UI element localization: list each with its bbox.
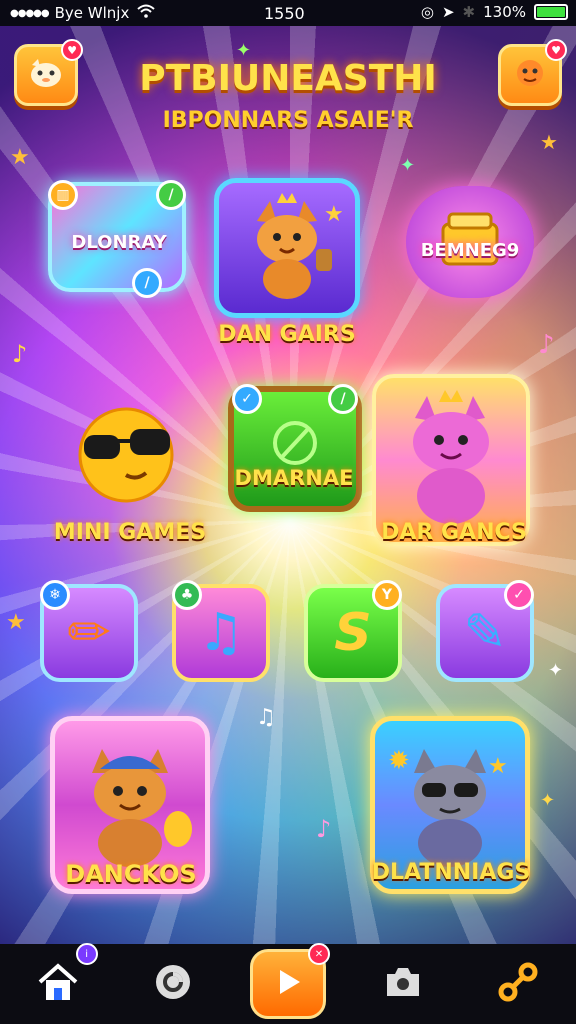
link-icon (496, 960, 540, 1008)
sparkle-icon: ★ (540, 130, 558, 154)
dancing-fox-icon: ★ (232, 191, 344, 305)
nav-camera[interactable] (363, 949, 443, 1019)
music-note-icon: ♪ (316, 815, 332, 843)
nav-link[interactable] (478, 949, 558, 1019)
camera-icon (383, 964, 423, 1004)
bottom-nav: i ✕ (0, 943, 576, 1024)
crayon-orange-icon: ✏ (67, 603, 111, 663)
bar-chart-icon: ▥ (48, 180, 78, 210)
fox-with-cap-icon (60, 733, 200, 877)
check-icon: / (132, 268, 162, 298)
check-icon: ✓ (232, 384, 262, 414)
status-bar: ●●●●● Bye Wlnjx 1550 ◎ ➤ ✱ 130% (0, 0, 576, 26)
tile-label-dlonray: DLONRAY (71, 232, 167, 253)
check-icon: / (328, 384, 358, 414)
gray-cat-icon: ✹ ★ (380, 733, 520, 877)
tile-label-dmarnae: DMARNAE (234, 466, 354, 490)
pink-cat-icon (381, 388, 521, 532)
chat-icon (150, 962, 196, 1006)
check-icon: Y (372, 580, 402, 610)
app-subtitle: IBPONNARS ASAIE'R (162, 108, 414, 133)
tile-label-danckos: DANCKOS (65, 860, 197, 888)
tile-dan-gairs[interactable]: ★ (214, 178, 360, 318)
carrier-name: Bye Wlnjx (54, 4, 130, 22)
green-s-icon: S (334, 603, 372, 663)
crayon-orange-tile[interactable]: ❄ ✏ (40, 580, 138, 682)
music-note-icon: ♪ (12, 340, 28, 368)
music-note-icon: ♫ (256, 705, 276, 730)
battery-icon (534, 4, 568, 20)
sparkle-icon: ★ (10, 145, 30, 170)
svg-text:✹: ✹ (388, 746, 410, 776)
sparkle-icon: ★ (6, 610, 26, 635)
nav-chat[interactable] (133, 949, 213, 1019)
app-title: PTBIUNEASTHI (139, 58, 437, 99)
sparkle-icon: ✦ (400, 155, 416, 176)
signal-strength-icon: ●●●●● (10, 7, 50, 19)
crayon-blue-icon: ✎ (463, 603, 507, 663)
music-note-icon: ♪ (538, 330, 555, 360)
tile-label-dan-gairs: DAN GAIRS (218, 322, 356, 347)
tile-label-bemneg9: BEMNEG9 (420, 240, 520, 261)
green-s-tile[interactable]: Y S (304, 580, 402, 682)
sunglasses-emoji-icon (66, 399, 186, 513)
tile-dmarnae[interactable]: ✓ / (228, 384, 362, 512)
tile-label-mini-games: MINI GAMES (53, 520, 207, 545)
sparkle-icon: ✦ (540, 790, 556, 811)
nav-home[interactable]: i (18, 943, 98, 1019)
wifi-icon (137, 4, 156, 22)
play-icon (270, 964, 306, 1004)
tile-label-dar-gancs: DAR GANCS (381, 520, 527, 545)
svg-text:★: ★ (488, 754, 508, 779)
bluetooth-icon: ✱ (462, 3, 476, 21)
crayon-blue-tile[interactable]: ✓ ✎ (436, 580, 534, 682)
status-right-group: ◎ ➤ ✱ 130% (421, 3, 568, 21)
nav-play[interactable]: ✕ (248, 943, 330, 1019)
svg-text:★: ★ (324, 202, 342, 227)
snowflake-icon: ❄ (40, 580, 70, 610)
music-note-tile[interactable]: ♣ ♫ (172, 580, 270, 682)
tile-mini-games[interactable] (62, 400, 190, 512)
check-icon: / (156, 180, 186, 210)
location-arrow-icon: ➤ (441, 3, 455, 21)
tile-label-dlatnniags: DLATNNIAGS (371, 860, 531, 885)
music-note-icon: ♫ (197, 603, 245, 663)
battery-percent: 130% (483, 3, 526, 21)
notification-badge: i (75, 943, 98, 965)
sparkle-icon: ✦ (548, 660, 564, 681)
check-icon: ✓ (504, 580, 534, 610)
lock-rotation-icon: ◎ (420, 3, 434, 21)
notification-badge: ✕ (307, 943, 330, 965)
home-icon (36, 962, 80, 1006)
status-time: 1550 (264, 4, 305, 23)
plant-icon: ♣ (172, 580, 202, 610)
